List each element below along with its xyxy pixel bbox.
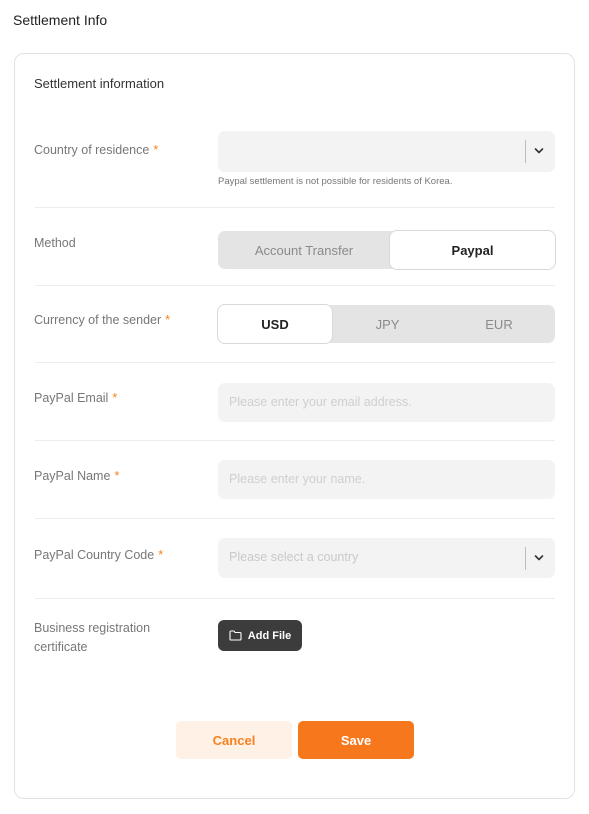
business-cert-label-line1: Business registration bbox=[34, 621, 151, 635]
divider bbox=[35, 518, 555, 519]
divider bbox=[35, 207, 555, 208]
currency-segmented-control: USD JPY EUR bbox=[218, 305, 555, 343]
divider bbox=[35, 440, 555, 441]
paypal-country-label-text: PayPal Country Code bbox=[34, 548, 155, 562]
cancel-button[interactable]: Cancel bbox=[176, 721, 292, 759]
currency-label: Currency of the sender * bbox=[34, 311, 170, 330]
select-separator bbox=[525, 547, 526, 570]
paypal-email-label-text: PayPal Email bbox=[34, 391, 109, 405]
save-button[interactable]: Save bbox=[298, 721, 414, 759]
method-label: Method bbox=[34, 236, 76, 250]
paypal-email-input[interactable]: Please enter your email address. bbox=[218, 383, 555, 422]
paypal-country-select[interactable]: Please select a country bbox=[218, 538, 555, 578]
chevron-down-icon bbox=[534, 555, 544, 561]
divider bbox=[35, 285, 555, 286]
currency-option-jpy[interactable]: JPY bbox=[332, 305, 443, 343]
select-separator bbox=[525, 140, 526, 163]
paypal-country-placeholder: Please select a country bbox=[229, 550, 359, 564]
currency-option-usd[interactable]: USD bbox=[218, 305, 332, 343]
paypal-email-label: PayPal Email * bbox=[34, 389, 117, 408]
business-cert-label: Business registration certificate bbox=[34, 619, 150, 657]
country-residence-hint: Paypal settlement is not possible for re… bbox=[218, 176, 453, 187]
paypal-name-label-text: PayPal Name bbox=[34, 469, 111, 483]
paypal-name-placeholder: Please enter your name. bbox=[229, 472, 366, 486]
country-residence-label: Country of residence * bbox=[34, 141, 158, 160]
required-mark: * bbox=[112, 391, 118, 405]
divider bbox=[35, 362, 555, 363]
paypal-email-placeholder: Please enter your email address. bbox=[229, 395, 412, 409]
currency-label-text: Currency of the sender bbox=[34, 313, 162, 327]
required-mark: * bbox=[158, 548, 164, 562]
required-mark: * bbox=[165, 313, 171, 327]
method-option-paypal[interactable]: Paypal bbox=[390, 231, 555, 269]
paypal-country-label: PayPal Country Code * bbox=[34, 546, 163, 565]
currency-option-eur[interactable]: EUR bbox=[443, 305, 555, 343]
method-segmented-control: Account Transfer Paypal bbox=[218, 231, 555, 269]
business-cert-label-line2: certificate bbox=[34, 640, 88, 654]
paypal-name-label: PayPal Name * bbox=[34, 467, 119, 486]
page-title: Settlement Info bbox=[13, 12, 108, 28]
add-file-label: Add File bbox=[247, 629, 292, 642]
settlement-card: Settlement information Country of reside… bbox=[14, 53, 575, 799]
method-option-account-transfer[interactable]: Account Transfer bbox=[218, 231, 390, 269]
folder-icon bbox=[229, 630, 242, 641]
add-file-button[interactable]: Add File bbox=[218, 620, 302, 651]
country-residence-select[interactable] bbox=[218, 131, 555, 172]
required-mark: * bbox=[114, 469, 120, 483]
required-mark: * bbox=[153, 143, 159, 157]
paypal-name-input[interactable]: Please enter your name. bbox=[218, 460, 555, 499]
section-title: Settlement information bbox=[34, 76, 165, 91]
country-residence-label-text: Country of residence bbox=[34, 143, 150, 157]
divider bbox=[35, 598, 555, 599]
chevron-down-icon bbox=[534, 148, 544, 154]
